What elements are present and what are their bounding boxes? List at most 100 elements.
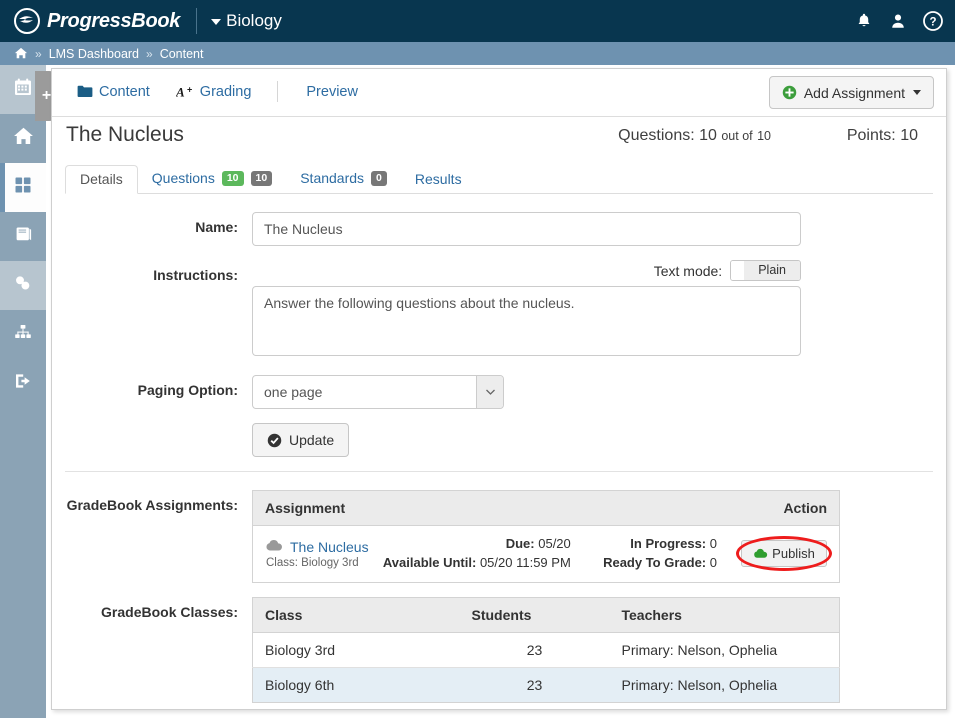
questions-count: 10: [699, 127, 717, 144]
points-label: Points:: [846, 127, 896, 144]
calendar-icon: [13, 77, 33, 102]
field-row-update: Update: [52, 423, 946, 457]
available-until-value: 05/20 11:59 PM: [479, 554, 571, 570]
paging-option-select[interactable]: one page: [252, 375, 504, 409]
add-assignment-label: Add Assignment: [803, 84, 905, 101]
content-panel: Content A + Grading Preview Add Assignme…: [51, 68, 947, 710]
due-label: Due:: [505, 536, 535, 551]
link-chain-icon: [13, 273, 33, 298]
nav-tab-preview[interactable]: Preview: [306, 84, 358, 100]
add-assignment-button[interactable]: Add Assignment: [768, 76, 934, 109]
bell-icon[interactable]: [855, 12, 873, 30]
check-circle-icon: [267, 433, 282, 448]
field-row-gradebook-classes: GradeBook Classes: Class Students Teache…: [52, 596, 946, 703]
application-window: ProgressBook Biology ? » LMS Dashboard »…: [0, 0, 955, 718]
in-progress-label: In Progress:: [630, 536, 707, 551]
sidebar-item-sign-out[interactable]: [0, 359, 46, 408]
tab-standards-label: Standards: [300, 170, 365, 187]
assignment-dates: Due: 05/20 Available Until: 05/20 11:59 …: [383, 535, 571, 573]
gradebook-classes-label: GradeBook Classes:: [101, 603, 238, 620]
sitemap-icon: [13, 322, 33, 347]
update-spacer: [52, 423, 252, 457]
header-icon-group: ?: [855, 0, 943, 42]
book-icon: [13, 224, 34, 249]
tab-questions-badge-green: 10: [221, 170, 244, 186]
svg-text:+: +: [187, 85, 192, 95]
text-mode-control: Text mode: Plain: [252, 260, 801, 281]
nav-tab-grading[interactable]: A + Grading: [176, 84, 252, 100]
column-students: Students: [459, 597, 610, 633]
svg-text:A: A: [176, 85, 185, 100]
svg-text:?: ?: [929, 17, 936, 29]
details-form: Name: Instructions: Text mode: Plain: [52, 194, 946, 703]
instructions-textarea[interactable]: [252, 286, 801, 356]
brand-name: ProgressBook: [47, 9, 181, 32]
questions-summary: Questions: 10 out of 10: [618, 127, 771, 145]
tab-details[interactable]: Details: [65, 165, 138, 194]
chevron-down-icon: [913, 90, 921, 95]
course-name: Biology: [226, 11, 282, 30]
text-mode-toggle[interactable]: Plain: [730, 260, 801, 281]
sidebar-item-home[interactable]: [0, 114, 46, 163]
table-header-row: Class Students Teachers: [252, 597, 840, 633]
nav-tab-content-label: Content: [99, 83, 150, 100]
sidebar-item-library[interactable]: [0, 212, 46, 261]
chevron-down-icon: [476, 376, 503, 408]
update-button[interactable]: Update: [252, 423, 350, 457]
sidebar-item-organization[interactable]: [0, 310, 46, 359]
nav-tab-content[interactable]: Content: [77, 84, 150, 100]
tab-questions[interactable]: Questions 10 10: [138, 165, 286, 193]
publish-action-cell: Publish: [736, 536, 832, 572]
breadcrumb-item-content[interactable]: Content: [160, 47, 204, 61]
gradebook-assignments-table: Assignment Action The Nucleus Class: Bio…: [252, 490, 840, 583]
table-header-row: Assignment Action: [252, 490, 840, 526]
home-icon: [13, 126, 34, 151]
ready-to-grade-value: 0: [709, 554, 717, 570]
tab-details-label: Details: [80, 171, 123, 187]
breadcrumb: » LMS Dashboard » Content: [0, 42, 955, 65]
points-summary: Points: 10: [847, 127, 918, 145]
chevron-down-icon: [211, 19, 222, 25]
field-row-instructions: Instructions: Text mode: Plain: [52, 260, 946, 361]
gradebook-assignments-label: GradeBook Assignments:: [66, 497, 238, 513]
home-icon[interactable]: [14, 47, 28, 60]
update-button-label: Update: [289, 432, 335, 448]
help-icon[interactable]: ?: [923, 11, 943, 31]
tab-results[interactable]: Results: [401, 166, 476, 193]
nav-tab-grading-label: Grading: [199, 83, 252, 100]
questions-outof: out of: [721, 129, 753, 143]
column-teachers: Teachers: [609, 597, 840, 633]
brand[interactable]: ProgressBook: [0, 8, 180, 34]
available-until-label: Available Until:: [382, 554, 477, 570]
text-mode-value: Plain: [744, 261, 800, 280]
tab-standards[interactable]: Standards 0: [286, 165, 401, 193]
nav-divider: [277, 81, 279, 102]
publish-button[interactable]: Publish: [741, 540, 827, 568]
cell-teachers: Primary: Nelson, Ophelia: [609, 666, 840, 703]
folder-icon: [77, 85, 93, 99]
tab-questions-badge-grey: 10: [250, 170, 273, 186]
field-row-paging: Paging Option: one page: [52, 375, 946, 409]
publish-button-label: Publish: [772, 546, 815, 562]
detail-tabs: Details Questions 10 10 Standards 0 Resu…: [65, 162, 933, 194]
breadcrumb-item-lms-dashboard[interactable]: LMS Dashboard: [49, 47, 139, 61]
sidebar-item-dashboard[interactable]: [0, 163, 46, 212]
gradebook-classes-table: Class Students Teachers Biology 3rd 23 P…: [252, 596, 840, 703]
user-icon[interactable]: [889, 12, 907, 30]
text-mode-label: Text mode:: [653, 262, 723, 279]
column-class: Class: [252, 597, 460, 633]
name-input[interactable]: [252, 212, 801, 246]
instructions-label: Instructions:: [153, 267, 238, 283]
ready-to-grade-label: Ready To Grade:: [603, 554, 707, 570]
plus-circle-icon: [782, 85, 797, 100]
course-selector[interactable]: Biology: [211, 11, 282, 31]
field-row-gradebook-assignments: GradeBook Assignments: Assignment Action: [52, 490, 946, 583]
paging-option-label: Paging Option:: [137, 382, 238, 398]
assignment-link[interactable]: The Nucleus: [290, 539, 369, 555]
assignment-class: Class: Biology 3rd: [266, 556, 359, 569]
assignment-progress: In Progress: 0 Ready To Grade: 0: [603, 535, 717, 573]
points-value: 10: [900, 127, 918, 144]
tab-standards-badge: 0: [371, 170, 387, 186]
top-header-bar: ProgressBook Biology ?: [0, 0, 955, 42]
sidebar-item-links[interactable]: [0, 261, 46, 310]
